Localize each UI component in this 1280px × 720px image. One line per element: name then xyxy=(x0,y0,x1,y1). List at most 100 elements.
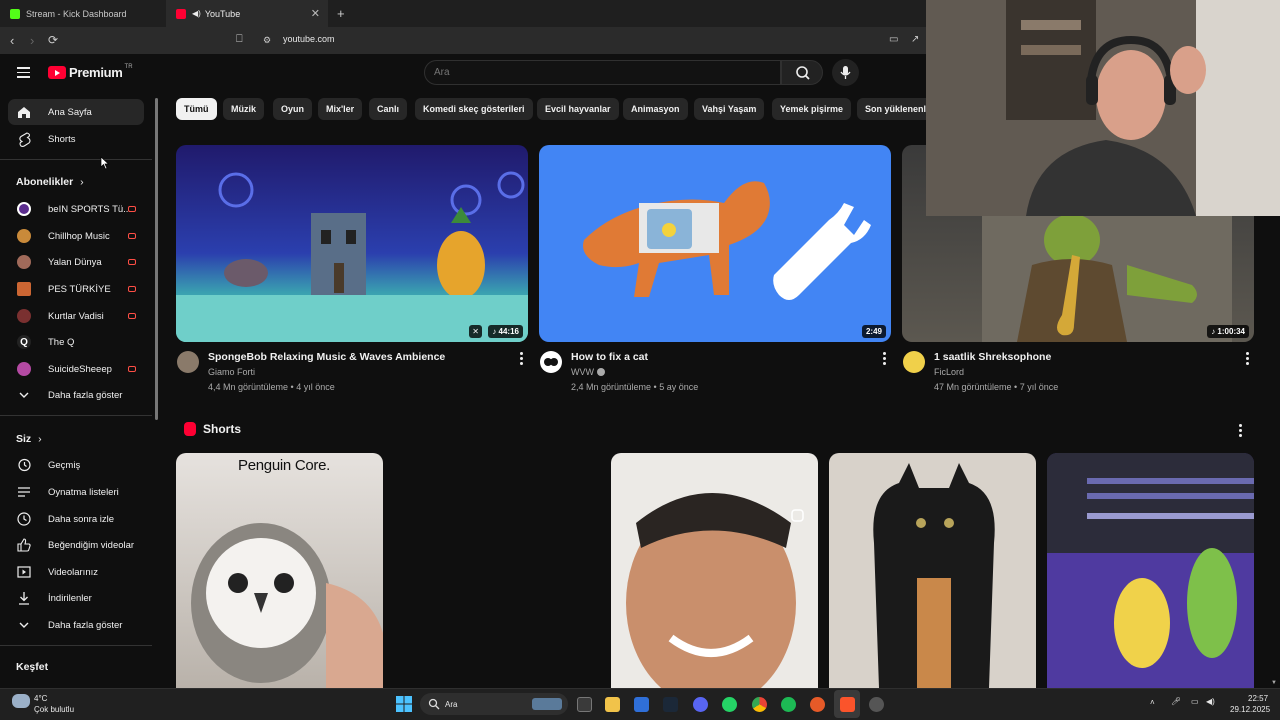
forward-icon[interactable]: › xyxy=(30,33,34,48)
clock-date[interactable]: 29.12.2025 xyxy=(1230,705,1270,714)
you-title: Siz xyxy=(16,433,32,445)
chip-live[interactable]: Canlı xyxy=(369,98,408,120)
youtube-premium-logo[interactable]: Premium TR xyxy=(48,64,133,80)
chip-mixes[interactable]: Mix'ler xyxy=(318,98,363,120)
discord-icon[interactable] xyxy=(693,697,708,712)
obs-icon[interactable] xyxy=(869,697,884,712)
verified-icon xyxy=(596,368,605,376)
weather-desc[interactable]: Çok bulutlu xyxy=(34,705,74,714)
search-input[interactable] xyxy=(425,61,780,84)
chip-pets[interactable]: Evcil hayvanlar xyxy=(537,98,619,120)
streamer-webcam-image xyxy=(926,0,1280,216)
sidebar-item-subscription[interactable]: Chillhop Music xyxy=(8,223,144,249)
more-actions-icon[interactable] xyxy=(520,352,524,367)
sidebar-item-subscription[interactable]: Kurtlar Vadisi xyxy=(8,303,144,329)
channel-name[interactable]: Giamo Forti xyxy=(208,367,255,377)
more-actions-icon[interactable] xyxy=(883,352,887,367)
more-actions-icon[interactable] xyxy=(1246,352,1250,367)
weather-temp[interactable]: 4°C xyxy=(34,694,47,703)
search-box[interactable] xyxy=(424,60,781,85)
channel-avatar[interactable] xyxy=(177,351,199,373)
sidebar-scrollbar[interactable] xyxy=(155,98,158,420)
subscriptions-heading[interactable]: Abonelikler › xyxy=(16,176,84,188)
sidebar-item-subscription[interactable]: PES TÜRKİYE xyxy=(8,276,144,302)
file-explorer-icon[interactable] xyxy=(605,697,620,712)
sidebar-item-history[interactable]: Geçmiş xyxy=(8,452,144,478)
voice-search-button[interactable] xyxy=(832,59,859,86)
close-tab-icon[interactable]: ✕ xyxy=(311,7,320,20)
wvw-logo-icon xyxy=(544,358,558,366)
video-title[interactable]: 1 saatlik Shreksophone xyxy=(934,351,1051,363)
app-icon[interactable] xyxy=(810,697,825,712)
sidebar-item-your-videos[interactable]: Videolarınız xyxy=(8,559,144,585)
network-icon[interactable]: ▭ xyxy=(1191,697,1199,706)
channel-avatar[interactable] xyxy=(903,351,925,373)
volume-icon[interactable]: ◀) xyxy=(1206,697,1215,706)
windows-start-icon[interactable] xyxy=(396,696,412,712)
sidebar-item-shorts[interactable]: Shorts xyxy=(8,126,144,152)
back-icon[interactable]: ‹ xyxy=(10,33,14,48)
video-title[interactable]: SpongeBob Relaxing Music & Waves Ambienc… xyxy=(208,351,445,363)
chip-all[interactable]: Tümü xyxy=(176,98,217,120)
reload-icon[interactable]: ⟳ xyxy=(48,33,58,47)
menu-icon[interactable] xyxy=(17,67,30,81)
cast-icon[interactable]: ▭ xyxy=(889,34,898,45)
chevron-up-icon[interactable]: ˄ xyxy=(1150,698,1155,707)
clock-time[interactable]: 22:57 xyxy=(1248,694,1268,703)
short-card[interactable] xyxy=(829,453,1036,688)
chip-animation[interactable]: Animasyon xyxy=(623,98,688,120)
sidebar-item-playlists[interactable]: Oynatma listeleri xyxy=(8,479,144,505)
chip-gaming[interactable]: Oyun xyxy=(273,98,313,120)
channel-name[interactable]: FicLord xyxy=(934,367,964,377)
chip-cooking[interactable]: Yemek pişirme xyxy=(772,98,852,120)
site-info-icon[interactable]: ⚙ xyxy=(263,35,271,46)
bookmark-icon[interactable]: ⎕ xyxy=(236,33,243,46)
channel-name[interactable]: WVW xyxy=(571,367,605,377)
watch-later-icon xyxy=(16,512,32,526)
video-thumbnail[interactable]: 2:49 xyxy=(539,145,891,342)
brave-icon[interactable] xyxy=(840,697,855,712)
sidebar-item-subscription[interactable]: SuicideSheeep xyxy=(8,356,144,382)
new-tab-button[interactable]: + xyxy=(337,6,345,21)
sidebar-item-liked-videos[interactable]: Beğendiğim videolar xyxy=(8,532,144,558)
scroll-down-icon[interactable]: ▼ xyxy=(1271,680,1277,686)
chip-music[interactable]: Müzik xyxy=(223,98,265,120)
sidebar-item-downloads[interactable]: İndirilenler xyxy=(8,585,144,611)
mic-tray-icon[interactable]: 🎤︎ xyxy=(1171,697,1181,706)
you-heading[interactable]: Siz › xyxy=(16,433,42,445)
sidebar-item-subscription[interactable]: beIN SPORTS Tü... xyxy=(8,196,144,222)
channel-avatar: Q xyxy=(17,335,31,349)
sidebar-show-more[interactable]: Daha fazla göster xyxy=(8,382,144,408)
video-title[interactable]: How to fix a cat xyxy=(571,351,648,363)
steam-icon[interactable] xyxy=(663,697,678,712)
sidebar-item-subscription[interactable]: Yalan Dünya xyxy=(8,249,144,275)
spotify-icon[interactable] xyxy=(781,697,796,712)
sidebar-item-home[interactable]: Ana Sayfa xyxy=(8,99,144,125)
taskbar-search[interactable]: Ara xyxy=(420,693,568,715)
chip-comedy-sketches[interactable]: Komedi skeç gösterileri xyxy=(415,98,533,120)
store-icon[interactable] xyxy=(634,697,649,712)
share-icon[interactable]: ↗ xyxy=(911,34,919,45)
url-field[interactable]: youtube.com xyxy=(283,34,335,44)
tab-youtube[interactable]: ◀) YouTube ✕ xyxy=(166,0,328,27)
sidebar-item-subscription[interactable]: Q The Q xyxy=(8,329,144,355)
tab-kick-dashboard[interactable]: Stream - Kick Dashboard xyxy=(0,0,166,27)
short-card[interactable] xyxy=(611,453,818,688)
taskbar-search-label: Ara xyxy=(445,700,458,709)
whatsapp-icon[interactable] xyxy=(722,697,737,712)
search-button[interactable] xyxy=(781,60,823,85)
chip-wildlife[interactable]: Vahşi Yaşam xyxy=(694,98,765,120)
chip-recently-uploaded[interactable]: Son yüklenenler xyxy=(857,98,926,120)
short-card[interactable]: Penguin Core. xyxy=(176,453,383,688)
short-card[interactable] xyxy=(1047,453,1254,688)
sidebar-show-more-you[interactable]: Daha fazla göster xyxy=(8,612,144,638)
shorts-more-icon[interactable] xyxy=(1239,424,1243,439)
task-view-icon[interactable] xyxy=(577,697,592,712)
video-thumbnail[interactable]: ✕ ♪ 44:16 xyxy=(176,145,528,342)
sidebar-item-watch-later[interactable]: Daha sonra izle xyxy=(8,506,144,532)
channel-name-text: WVW xyxy=(571,367,594,377)
channel-avatar[interactable] xyxy=(540,351,562,373)
sidebar-item-label: Daha fazla göster xyxy=(48,619,123,631)
chrome-icon[interactable] xyxy=(752,697,767,712)
cat-thumbnail-image xyxy=(583,181,871,300)
